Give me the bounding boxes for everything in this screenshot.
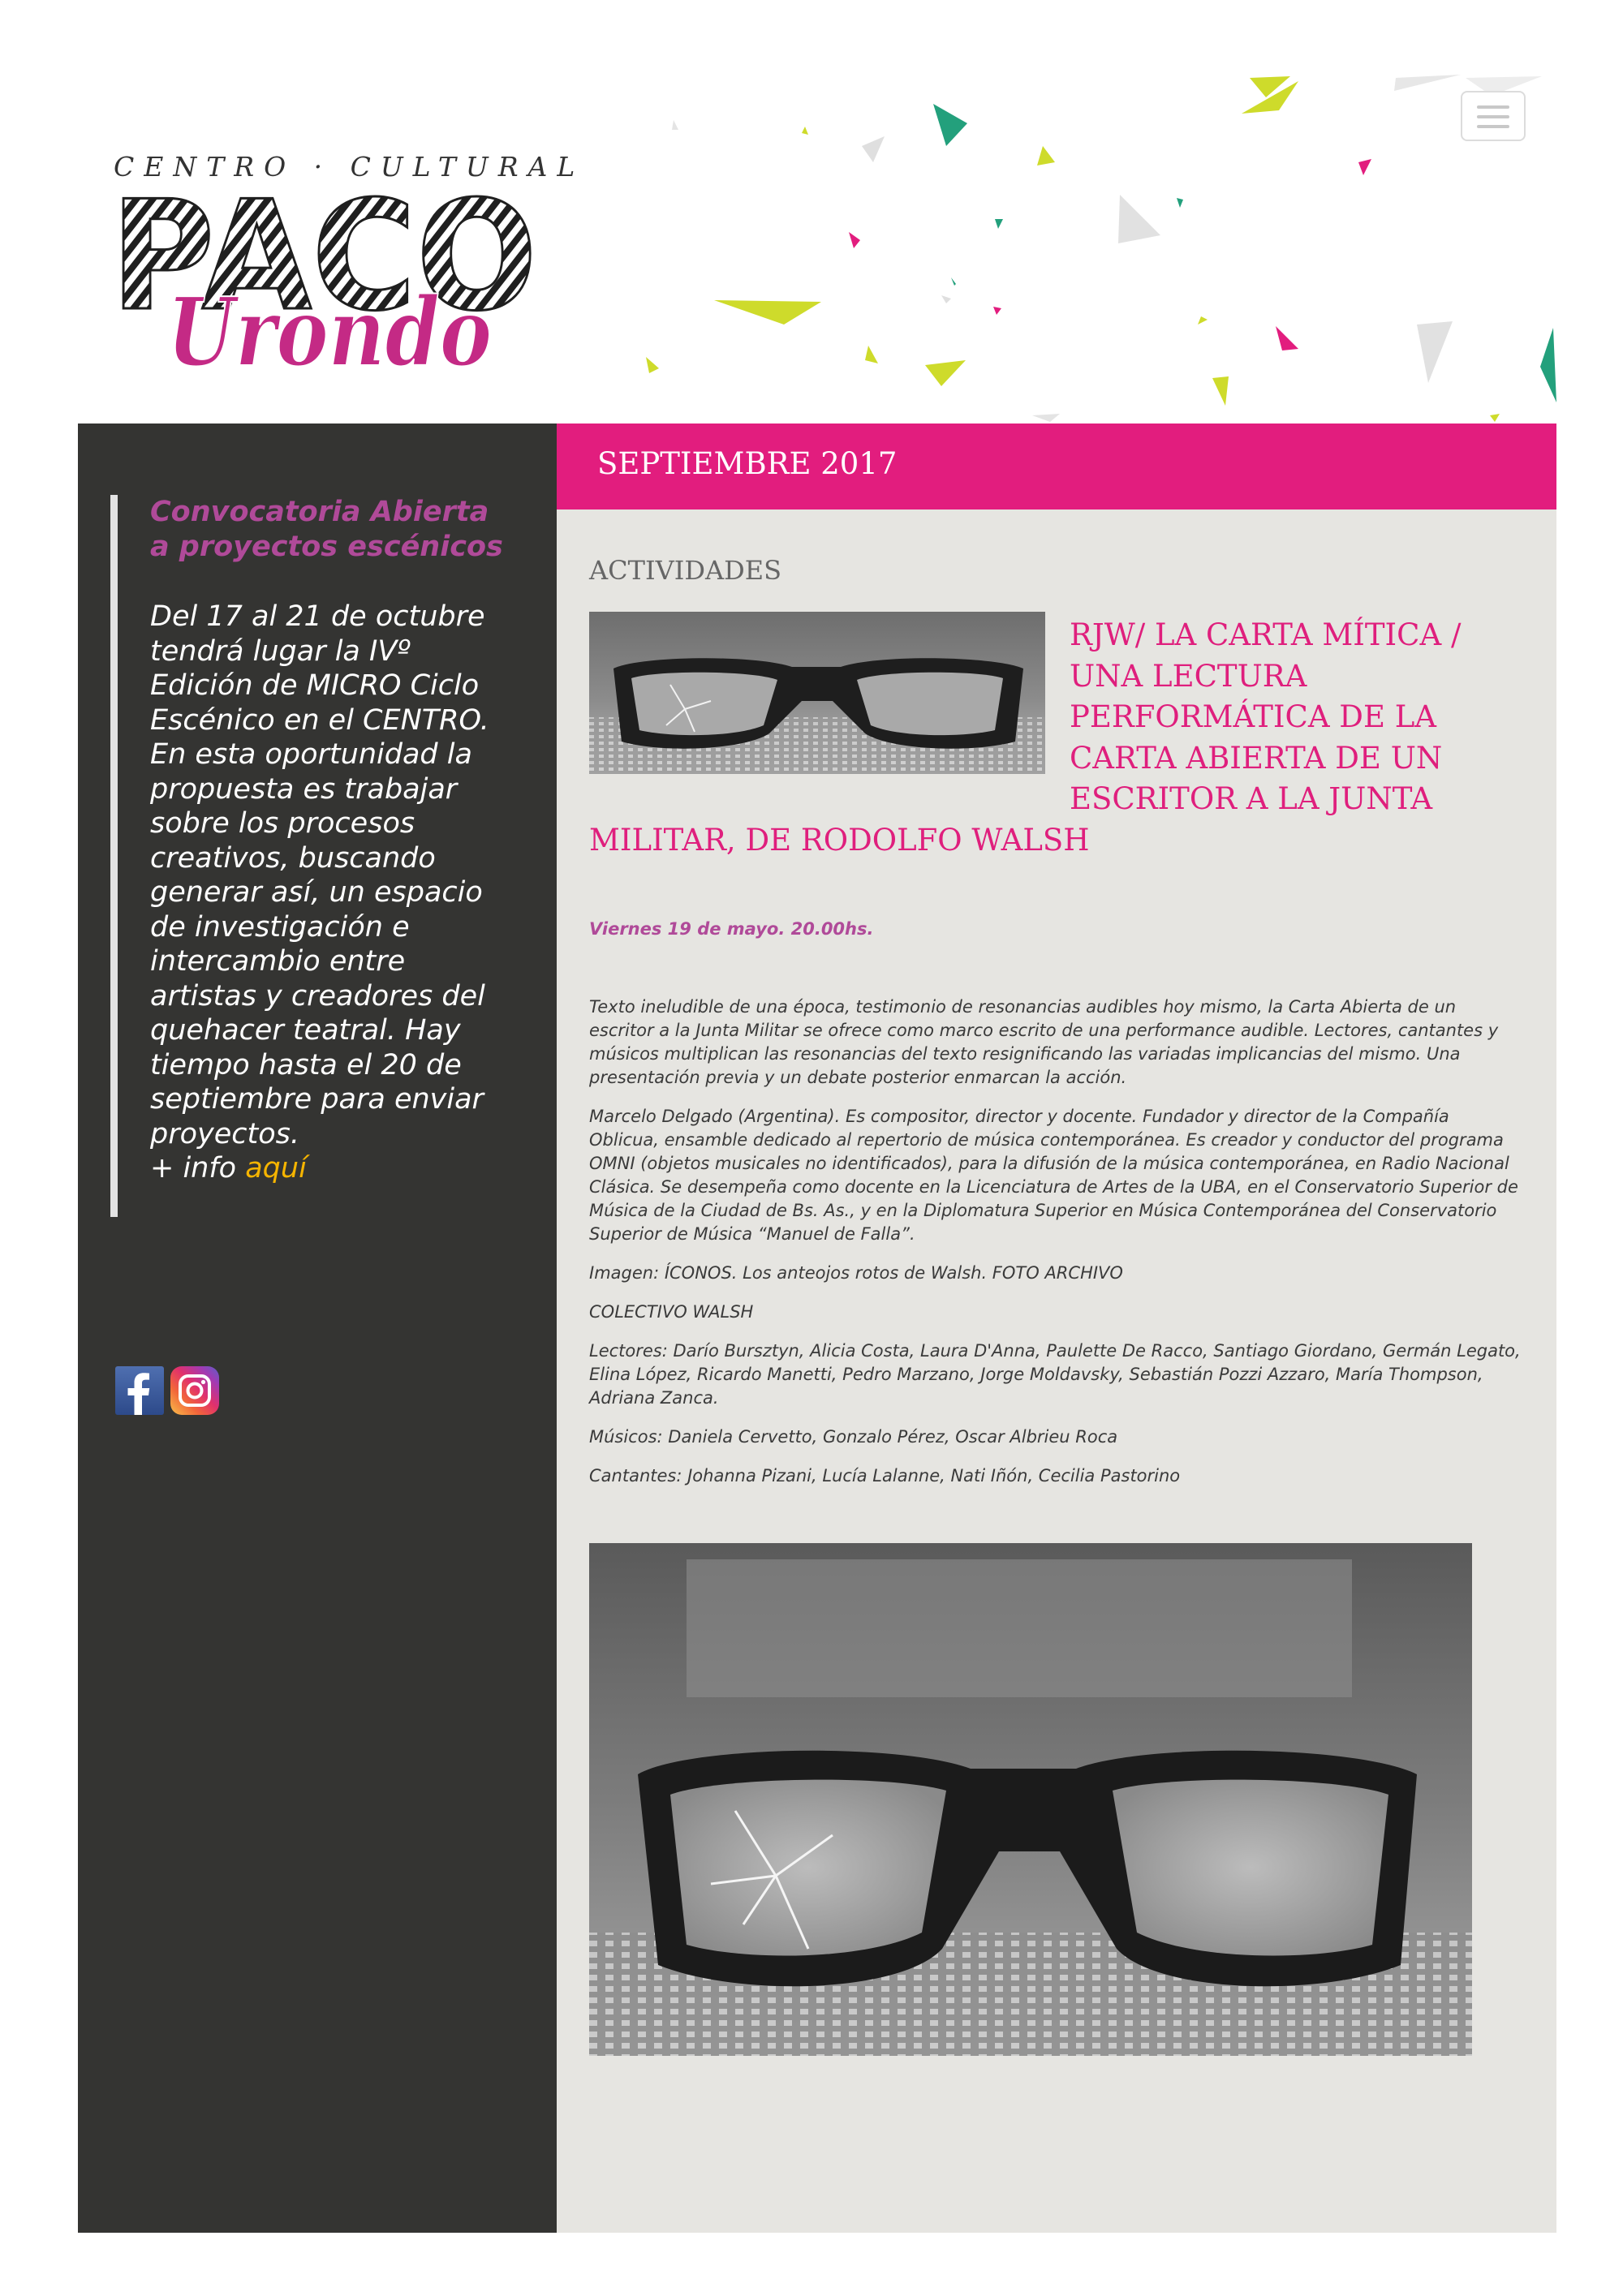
site-logo[interactable]: CENTRO · CULTURAL PACO Urondo xyxy=(110,151,585,380)
menu-bar xyxy=(1477,125,1509,128)
sidebar: Convocatoria Abierta a proyectos escénic… xyxy=(78,424,557,2233)
month-title: SEPTIEMBRE 2017 xyxy=(597,446,898,481)
main-content: ACTIVIDADES RJW/ LA CARTA MÍTICA / UNA L… xyxy=(557,510,1556,2233)
notice-text: Del 17 al 21 de octubre tendrá lugar la … xyxy=(150,600,489,1150)
svg-text:Urondo: Urondo xyxy=(167,277,492,380)
broken-glasses-thumbnail[interactable] xyxy=(589,612,1045,774)
info-prefix: + info xyxy=(150,1152,237,1185)
site-header: CENTRO · CULTURAL PACO Urondo xyxy=(0,0,1623,422)
article-paragraph: Lectores: Darío Bursztyn, Alicia Costa, … xyxy=(589,1341,1521,1408)
instagram-icon[interactable] xyxy=(170,1366,219,1415)
month-header: SEPTIEMBRE 2017 xyxy=(557,424,1556,510)
article-paragraph: Marcelo Delgado (Argentina). Es composit… xyxy=(589,1107,1518,1244)
more-info-link[interactable]: aquí xyxy=(245,1152,307,1185)
notice-body: Del 17 al 21 de octubre tendrá lugar la … xyxy=(150,600,515,1186)
menu-bar xyxy=(1477,115,1509,118)
article-body: Texto ineludible de una época, testimoni… xyxy=(589,995,1522,1488)
broken-glasses-photo xyxy=(589,1543,1472,2056)
notice-title: Convocatoria Abierta a proyectos escénic… xyxy=(150,496,503,563)
hamburger-menu-icon[interactable] xyxy=(1461,91,1526,141)
article-paragraph: Cantantes: Johanna Pizani, Lucía Lalanne… xyxy=(589,1466,1181,1486)
article-paragraph: Texto ineludible de una época, testimoni… xyxy=(589,997,1499,1087)
article-paragraph: Músicos: Daniela Cervetto, Gonzalo Pérez… xyxy=(589,1427,1118,1447)
open-call-notice: Convocatoria Abierta a proyectos escénic… xyxy=(110,495,523,1217)
logo-tagline: CENTRO · CULTURAL xyxy=(114,151,585,183)
menu-bar xyxy=(1477,105,1509,109)
article-paragraph: COLECTIVO WALSH xyxy=(589,1302,754,1322)
event-date: Viernes 19 de mayo. 20.00hs. xyxy=(589,919,874,939)
logo-artwork: PACO Urondo xyxy=(110,185,539,380)
section-title: ACTIVIDADES xyxy=(589,555,782,586)
facebook-icon[interactable] xyxy=(115,1366,164,1415)
article-paragraph: Imagen: ÍCONOS. Los anteojos rotos de Wa… xyxy=(589,1263,1123,1283)
